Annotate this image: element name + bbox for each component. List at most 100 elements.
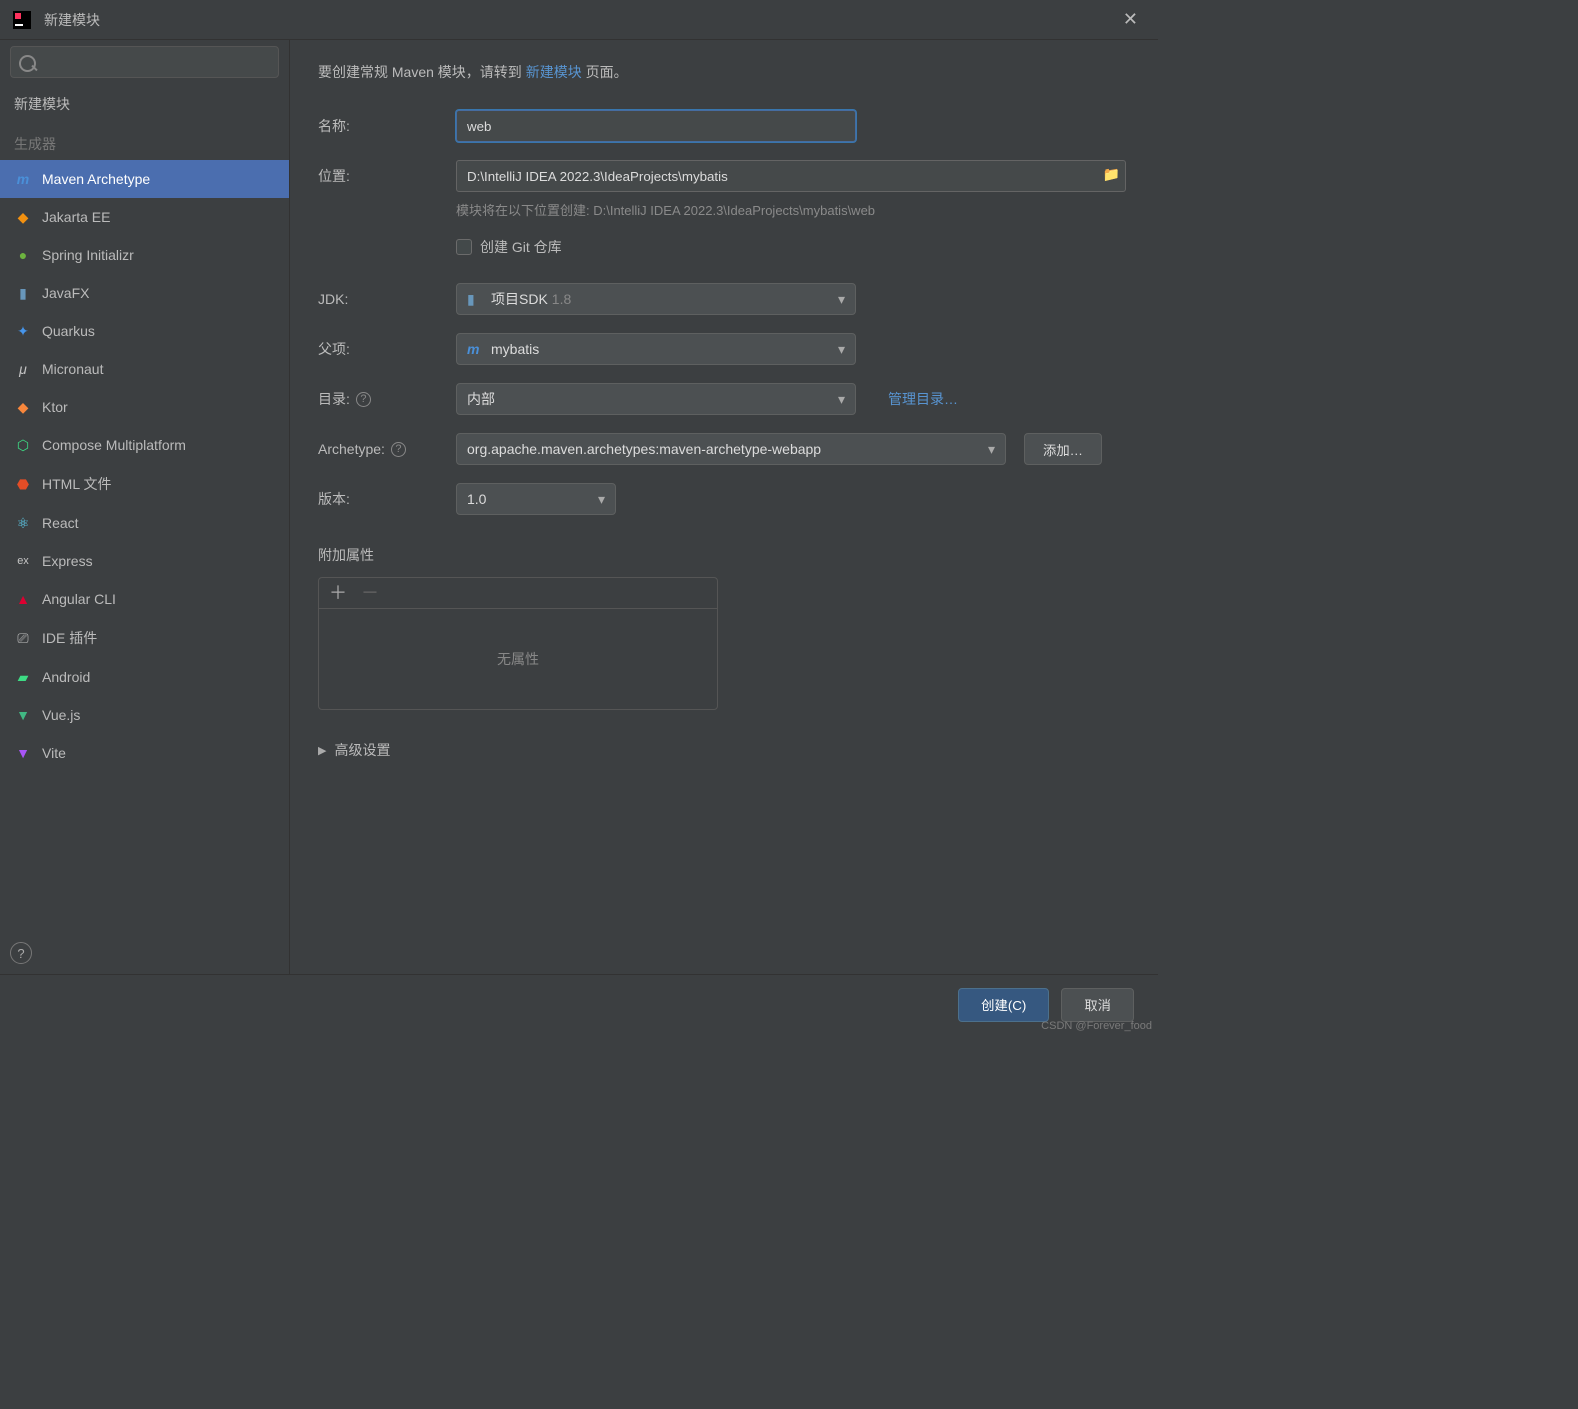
m-icon: m	[467, 341, 485, 357]
vue-icon: ▼	[14, 706, 32, 724]
git-checkbox[interactable]	[456, 239, 472, 255]
sidebar-item-javafx[interactable]: ▮ JavaFX	[0, 274, 289, 312]
sidebar-item-label: Spring Initializr	[42, 247, 134, 263]
sidebar-item-micronaut[interactable]: μ Micronaut	[0, 350, 289, 388]
new-module-link[interactable]: 新建模块	[526, 64, 582, 80]
sidebar-item-label: Quarkus	[42, 323, 95, 339]
sidebar-item-label: Android	[42, 669, 90, 685]
sidebar-item-html[interactable]: ⬣ HTML 文件	[0, 464, 289, 504]
app-icon	[12, 10, 32, 30]
dialog-footer: 创建(C) 取消	[0, 974, 1158, 1034]
content-panel: 要创建常规 Maven 模块，请转到 新建模块 页面。 名称: 位置: 📁 模块…	[290, 40, 1158, 974]
sidebar-item-label: Ktor	[42, 399, 68, 415]
android-icon: ▰	[14, 668, 32, 686]
sidebar-item-label: Compose Multiplatform	[42, 437, 186, 453]
help-icon[interactable]: ?	[391, 442, 406, 457]
browse-folder-icon[interactable]: 📁	[1103, 166, 1120, 183]
version-label: 版本:	[318, 489, 438, 509]
chevron-down-icon: ▾	[838, 391, 845, 408]
sidebar-item-react[interactable]: ⚛ React	[0, 504, 289, 542]
sidebar-item-label: Vue.js	[42, 707, 80, 723]
chevron-down-icon: ▾	[598, 491, 605, 508]
advanced-settings-toggle[interactable]: ▶ 高级设置	[318, 740, 1130, 760]
create-button[interactable]: 创建(C)	[958, 988, 1049, 1022]
parent-label: 父项:	[318, 339, 438, 359]
sidebar-item-spring-initializr[interactable]: ● Spring Initializr	[0, 236, 289, 274]
add-property-button[interactable]: ＋	[329, 584, 347, 602]
help-icon[interactable]: ?	[356, 392, 371, 407]
archetype-label: Archetype: ?	[318, 441, 438, 457]
sidebar-item-express[interactable]: ex Express	[0, 542, 289, 580]
jakarta-icon: ◆	[14, 208, 32, 226]
html-icon: ⬣	[14, 475, 32, 493]
compose-icon: ⬡	[14, 436, 32, 454]
watermark: CSDN @Forever_food	[1041, 1020, 1152, 1032]
name-label: 名称:	[318, 116, 438, 136]
sidebar-item-label: Express	[42, 553, 93, 569]
close-icon[interactable]: ✕	[1115, 5, 1146, 34]
sidebar-item-label: Vite	[42, 745, 66, 761]
cancel-button[interactable]: 取消	[1061, 988, 1134, 1022]
sidebar-item-label: HTML 文件	[42, 474, 111, 494]
sidebar-item-label: IDE 插件	[42, 628, 97, 648]
sidebar-section-new-module[interactable]: 新建模块	[0, 84, 289, 124]
manage-catalogs-link[interactable]: 管理目录…	[888, 389, 958, 409]
chevron-down-icon: ▾	[838, 341, 845, 358]
sidebar-item-angular-cli[interactable]: ▲ Angular CLI	[0, 580, 289, 618]
catalog-select[interactable]: 内部 ▾	[456, 383, 856, 415]
sidebar-item-android[interactable]: ▰ Android	[0, 658, 289, 696]
chevron-right-icon: ▶	[318, 744, 326, 757]
ktor-icon: ◆	[14, 398, 32, 416]
git-label: 创建 Git 仓库	[480, 237, 562, 257]
additional-props-label: 附加属性	[318, 545, 1130, 565]
archetype-select[interactable]: org.apache.maven.archetypes:maven-archet…	[456, 433, 1006, 465]
sidebar-item-jakarta-ee[interactable]: ◆ Jakarta EE	[0, 198, 289, 236]
sidebar-section-generators: 生成器	[0, 124, 289, 160]
parent-select[interactable]: m mybatis ▾	[456, 333, 856, 365]
title-bar: 新建模块 ✕	[0, 0, 1158, 40]
micronaut-icon: μ	[14, 360, 32, 378]
name-input[interactable]	[456, 110, 856, 142]
spring-icon: ●	[14, 246, 32, 264]
sidebar-item-label: React	[42, 515, 79, 531]
no-attributes-label: 无属性	[319, 609, 717, 709]
location-input[interactable]	[456, 160, 1126, 192]
sidebar-item-quarkus[interactable]: ✦ Quarkus	[0, 312, 289, 350]
sidebar-section-label: 新建模块	[14, 94, 70, 114]
jdk-label: JDK:	[318, 291, 438, 307]
sidebar-item-label: Angular CLI	[42, 591, 116, 607]
vite-icon: ▼	[14, 744, 32, 762]
plugin-icon: ⎚	[14, 629, 32, 647]
quarkus-icon: ✦	[14, 322, 32, 340]
window-title: 新建模块	[44, 10, 1115, 30]
express-icon: ex	[14, 552, 32, 570]
m-icon: m	[14, 170, 32, 188]
sidebar: 新建模块 生成器 m Maven Archetype ◆ Jakarta EE …	[0, 40, 290, 974]
intro-text: 要创建常规 Maven 模块，请转到 新建模块 页面。	[318, 62, 1130, 82]
sidebar-item-ktor[interactable]: ◆ Ktor	[0, 388, 289, 426]
angular-icon: ▲	[14, 590, 32, 608]
sidebar-item-label: Jakarta EE	[42, 209, 110, 225]
sidebar-item-label: Micronaut	[42, 361, 103, 377]
add-archetype-button[interactable]: 添加…	[1024, 433, 1102, 465]
chevron-down-icon: ▾	[988, 441, 995, 458]
react-icon: ⚛	[14, 514, 32, 532]
sidebar-item-ide-plugin[interactable]: ⎚ IDE 插件	[0, 618, 289, 658]
additional-props-panel: ＋ － 无属性	[318, 577, 718, 710]
help-button[interactable]: ?	[10, 942, 32, 964]
version-select[interactable]: 1.0 ▾	[456, 483, 616, 515]
catalog-label: 目录: ?	[318, 389, 438, 409]
sidebar-item-label: Maven Archetype	[42, 171, 150, 187]
sidebar-item-compose-multiplatform[interactable]: ⬡ Compose Multiplatform	[0, 426, 289, 464]
javafx-icon: ▮	[14, 284, 32, 302]
folder-icon: ▮	[467, 291, 485, 308]
location-hint: 模块将在以下位置创建: D:\IntelliJ IDEA 2022.3\Idea…	[456, 200, 1130, 219]
sidebar-item-vite[interactable]: ▼ Vite	[0, 734, 289, 772]
sidebar-item-maven-archetype[interactable]: m Maven Archetype	[0, 160, 289, 198]
sidebar-item-label: JavaFX	[42, 285, 89, 301]
search-input[interactable]	[10, 46, 279, 78]
jdk-select[interactable]: ▮ 项目SDK 1.8 ▾	[456, 283, 856, 315]
remove-property-button[interactable]: －	[361, 584, 379, 602]
sidebar-item-vuejs[interactable]: ▼ Vue.js	[0, 696, 289, 734]
location-label: 位置:	[318, 166, 438, 186]
